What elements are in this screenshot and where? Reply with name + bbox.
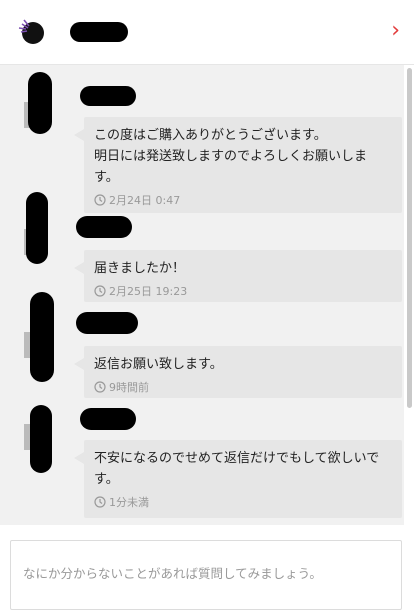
message-text: 返信お願い致します。	[94, 357, 223, 372]
message-text: この度はご購入ありがとうございます。 明日には発送致しますのでよろしくお願いしま…	[94, 128, 368, 185]
clock-icon	[94, 381, 106, 393]
sender-name-redacted	[80, 408, 136, 430]
partner-avatar[interactable]	[18, 18, 48, 48]
timestamp-text: 9時間前	[109, 381, 149, 394]
sender-name-redacted	[80, 86, 136, 106]
message-timestamp: 2月25日 19:23	[94, 283, 392, 299]
message-bubble: 返信お願い致します。 9時間前	[74, 346, 402, 398]
clock-icon	[94, 496, 106, 508]
clock-icon	[94, 194, 106, 206]
partner-name-redacted	[70, 22, 128, 42]
redaction-mark	[30, 292, 54, 382]
chat-header: ›	[0, 0, 414, 65]
scrollbar[interactable]	[407, 68, 412, 408]
clock-icon	[94, 285, 106, 297]
timestamp-text: 1分未満	[109, 496, 149, 509]
sender-name-redacted	[76, 312, 138, 334]
message-timestamp: 9時間前	[94, 379, 392, 395]
message-text: 届きましたか！	[94, 261, 186, 276]
timestamp-text: 2月25日 19:23	[109, 285, 188, 298]
timestamp-text: 2月24日 0:47	[109, 194, 181, 207]
redaction-mark	[26, 192, 48, 264]
message-bubble: 不安になるのでせめて返信だけでもして欲しいで す。 1分未満	[74, 440, 402, 518]
redaction-mark	[28, 72, 52, 134]
redaction-mark	[30, 405, 52, 473]
chevron-right-icon[interactable]: ›	[391, 18, 400, 44]
message-bubble: 届きましたか！ 2月25日 19:23	[74, 250, 402, 302]
message-text: 不安になるのでせめて返信だけでもして欲しいで す。	[94, 451, 380, 487]
sender-name-redacted	[76, 216, 132, 238]
question-input[interactable]	[11, 541, 401, 609]
message-timestamp: 1分未満	[94, 494, 392, 510]
message-bubble: この度はご購入ありがとうございます。 明日には発送致しますのでよろしくお願いしま…	[74, 117, 402, 213]
message-timestamp: 2月24日 0:47	[94, 192, 392, 208]
